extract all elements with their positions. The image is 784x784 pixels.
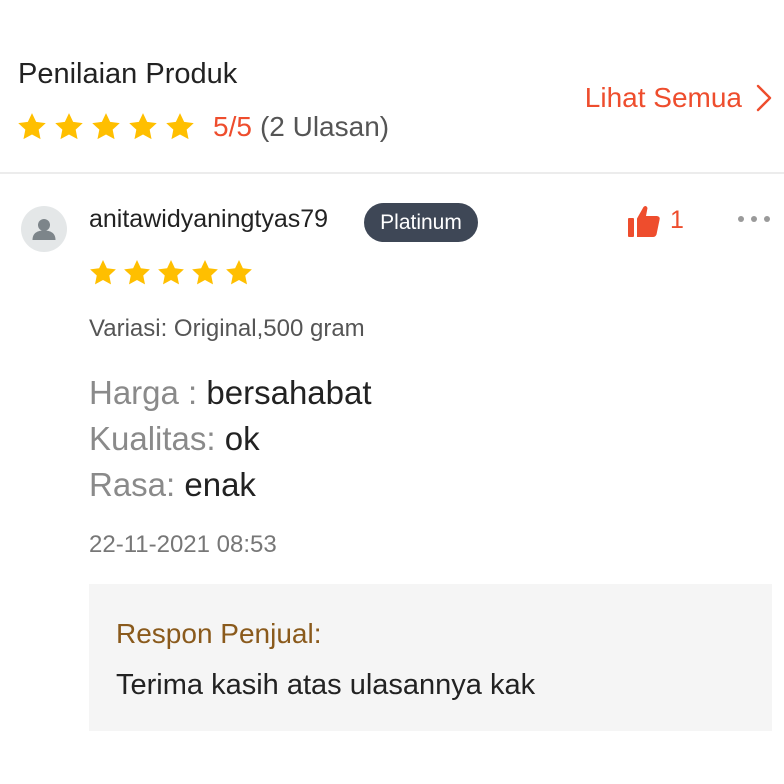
- star-icon: [92, 113, 120, 140]
- thumbs-up-icon[interactable]: [626, 203, 662, 239]
- star-icon: [129, 113, 157, 140]
- review-attribute-price: Harga : bersahabat: [89, 370, 372, 416]
- review-attribute-taste: Rasa: enak: [89, 462, 372, 508]
- attribute-value: ok: [224, 420, 260, 457]
- see-all-link[interactable]: Lihat Semua: [585, 82, 774, 114]
- star-icon: [90, 260, 116, 285]
- review-rating-stars: [88, 258, 258, 288]
- star-icon: [55, 113, 83, 140]
- star-icon: [124, 260, 150, 285]
- star-icon: [18, 113, 46, 140]
- review-timestamp: 22-11-2021 08:53: [89, 531, 277, 558]
- seller-response: Respon Penjual: Terima kasih atas ulasan…: [89, 584, 772, 731]
- membership-badge: Platinum: [364, 203, 478, 242]
- like-count: 1: [670, 206, 684, 234]
- user-silhouette-icon: [32, 219, 56, 240]
- attribute-key: Rasa:: [89, 466, 185, 503]
- star-icon: [158, 260, 184, 285]
- star-icon: [192, 260, 218, 285]
- star-icon: [226, 260, 252, 285]
- reviewer-username: anitawidyaningtyas79: [89, 205, 329, 233]
- section-divider: [0, 172, 784, 174]
- seller-response-text: Terima kasih atas ulasannya kak: [116, 669, 536, 701]
- more-horizontal-icon[interactable]: [736, 212, 772, 226]
- review-attributes: Harga : bersahabat Kualitas: ok Rasa: en…: [89, 370, 372, 508]
- attribute-value: bersahabat: [206, 374, 372, 411]
- attribute-key: Kualitas:: [89, 420, 225, 457]
- attribute-key: Harga :: [89, 374, 207, 411]
- product-variation: Variasi: Original,500 gram: [89, 315, 365, 342]
- section-title: Penilaian Produk: [18, 58, 238, 90]
- product-rating-header: Penilaian Produk 5/5 (2 Ulasan) Lihat Se…: [0, 0, 784, 172]
- seller-response-label: Respon Penjual:: [116, 618, 322, 649]
- rating-score: 5/5: [213, 111, 252, 142]
- star-icon: [166, 113, 194, 140]
- see-all-label: Lihat Semua: [584, 82, 742, 113]
- review-attribute-quality: Kualitas: ok: [89, 416, 372, 462]
- avatar[interactable]: [21, 206, 67, 252]
- rating-summary: 5/5 (2 Ulasan): [16, 107, 389, 147]
- chevron-right-icon: [756, 84, 772, 112]
- review-count: (2 Ulasan): [259, 111, 390, 142]
- rating-stars: [16, 111, 201, 143]
- attribute-value: enak: [184, 466, 256, 503]
